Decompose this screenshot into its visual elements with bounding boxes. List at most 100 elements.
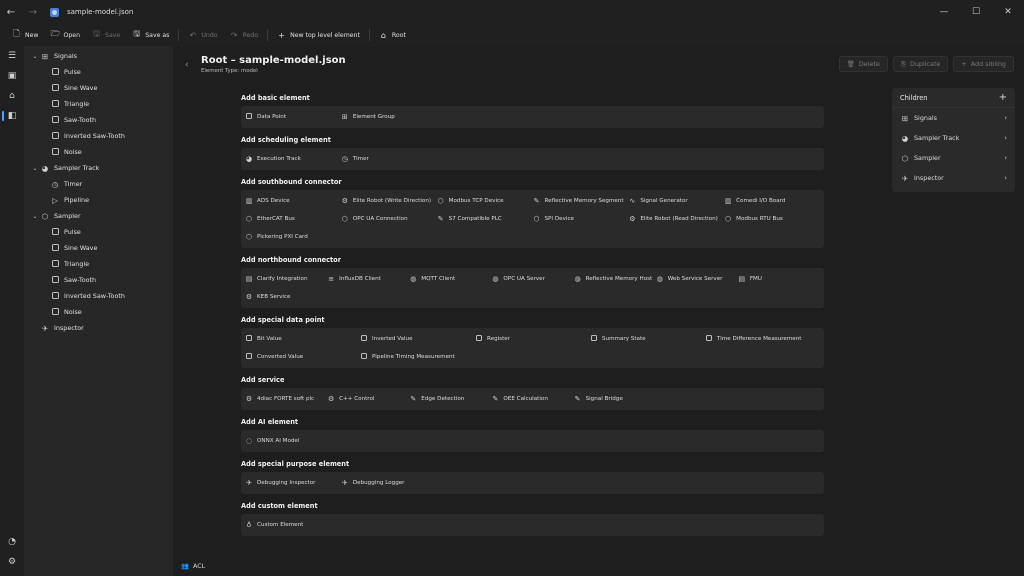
add-element-option[interactable]: ⬡ OPC UA Connection — [341, 210, 437, 228]
tree-item[interactable]: ⌄ ⬡ Sampler — [24, 208, 173, 224]
option-label: KEB Service — [257, 294, 291, 300]
add-element-option[interactable]: ✎ Signal Bridge — [574, 390, 656, 408]
add-element-option[interactable]: ✈ Debugging Inspector — [245, 474, 341, 492]
tree-item[interactable]: Saw-Tooth — [24, 272, 173, 288]
tree-item[interactable]: Pulse — [24, 224, 173, 240]
child-item[interactable]: ◕ Sampler Track › — [892, 128, 1015, 148]
users-icon: 👥 — [181, 562, 189, 570]
chevron-down-icon[interactable]: ⌄ — [30, 165, 40, 172]
redo-button[interactable]: ↷ Redo — [224, 26, 265, 44]
add-element-option[interactable]: ▤ Clarify Integration — [245, 270, 327, 288]
add-element-option[interactable]: ◍ Web Service Server — [656, 270, 738, 288]
tree-item[interactable]: Noise — [24, 304, 173, 320]
add-element-option[interactable]: ✎ S7 Compatible PLC — [437, 210, 533, 228]
add-element-option[interactable]: ✎ Reflective Memory Segment — [533, 192, 629, 210]
tree-item[interactable]: Pulse — [24, 64, 173, 80]
add-element-option[interactable]: ⬡ Pickering PXI Card — [245, 228, 341, 246]
add-child-icon[interactable]: + — [999, 92, 1007, 103]
maximize-button[interactable]: ☐ — [960, 0, 992, 24]
chevron-down-icon[interactable]: ⌄ — [30, 53, 40, 60]
chevron-down-icon[interactable]: ⌄ — [30, 213, 40, 220]
add-element-option[interactable]: ◍ Reflective Memory Host — [574, 270, 656, 288]
settings-icon[interactable]: ⚙ — [0, 552, 24, 572]
tree-item-label: Saw-Tooth — [64, 116, 97, 124]
tree-item[interactable]: ◷ Timer — [24, 176, 173, 192]
tree-item[interactable]: Inverted Saw-Tooth — [24, 128, 173, 144]
tree-item[interactable]: ⌄ ◕ Sampler Track — [24, 160, 173, 176]
add-element-option[interactable]: ⊞ Element Group — [341, 108, 437, 126]
add-element-option[interactable]: ✎ Edge Detection — [409, 390, 491, 408]
new-top-level-button[interactable]: + New top level element — [271, 26, 366, 44]
tree-item[interactable]: Noise — [24, 144, 173, 160]
add-element-option[interactable]: ⬡ EtherCAT Bus — [245, 210, 341, 228]
add-element-option[interactable]: Register — [475, 330, 590, 348]
undo-button[interactable]: ↶ Undo — [182, 26, 223, 44]
add-element-option[interactable]: ◍ MQTT Client — [409, 270, 491, 288]
tree-item[interactable]: ✈ Inspector — [24, 320, 173, 336]
tree-item[interactable]: Sine Wave — [24, 240, 173, 256]
add-element-option[interactable]: ⚙ Elite Robot (Read Direction) — [628, 210, 724, 228]
add-element-option[interactable]: Inverted Value — [360, 330, 475, 348]
add-element-option[interactable]: ⚙ C++ Control — [327, 390, 409, 408]
help-icon[interactable]: ◔ — [0, 532, 24, 552]
tree-item[interactable]: Triangle — [24, 96, 173, 112]
tree-item[interactable]: Triangle — [24, 256, 173, 272]
add-element-option[interactable]: ◍ OPC UA Server — [491, 270, 573, 288]
add-element-option[interactable]: ◌ ONNX AI Model — [245, 432, 341, 450]
element-type: Element Type: model — [201, 68, 258, 74]
save-button[interactable]: 🖫 Save — [86, 26, 126, 44]
acl-button[interactable]: 👥 ACL — [181, 562, 205, 570]
add-element-option[interactable]: ◕ Execution Track — [245, 150, 341, 168]
back-icon[interactable]: ← — [0, 0, 22, 24]
add-element-option[interactable]: ✈ Debugging Logger — [341, 474, 437, 492]
square-icon — [50, 99, 60, 109]
add-sibling-button[interactable]: + Add sibling — [953, 56, 1014, 72]
option-label: Reflective Memory Host — [585, 276, 653, 282]
delete-button[interactable]: 🗑 Delete — [838, 56, 888, 72]
add-element-option[interactable]: ♁ Custom Element — [245, 516, 341, 534]
add-element-option[interactable]: ∿ Signal Generator — [628, 192, 724, 210]
book-icon[interactable]: ▣ — [0, 66, 24, 86]
add-element-option[interactable]: ▥ ADS Device — [245, 192, 341, 210]
add-element-option[interactable]: ▤ FMU — [738, 270, 820, 288]
tree-item[interactable]: Saw-Tooth — [24, 112, 173, 128]
add-element-option[interactable]: ⬡ Modbus TCP Device — [437, 192, 533, 210]
add-element-option[interactable]: Converted Value — [245, 348, 360, 366]
tree-item[interactable]: Sine Wave — [24, 80, 173, 96]
add-element-option[interactable]: ◷ Timer — [341, 150, 437, 168]
child-item[interactable]: ✈ Inspector › — [892, 168, 1015, 188]
add-element-option[interactable]: ✎ OEE Calculation — [491, 390, 573, 408]
add-element-option[interactable]: ▥ Comedi I/O Board — [724, 192, 820, 210]
tree-item[interactable]: Inverted Saw-Tooth — [24, 288, 173, 304]
duplicate-button[interactable]: ⎘ Duplicate — [892, 56, 949, 72]
minimize-button[interactable]: — — [928, 0, 960, 24]
add-element-option[interactable]: ⬡ Modbus RTU Bus — [724, 210, 820, 228]
add-element-option[interactable]: ⚙ Elite Robot (Write Direction) — [341, 192, 437, 210]
child-item[interactable]: ⊞ Signals › — [892, 108, 1015, 128]
home-icon[interactable]: ⌂ — [0, 86, 24, 106]
menu-icon[interactable]: ☰ — [0, 46, 24, 66]
add-element-option[interactable]: Bit Value — [245, 330, 360, 348]
tree-item[interactable]: ▷ Pipeline — [24, 192, 173, 208]
add-element-option[interactable]: Summary State — [590, 330, 705, 348]
root-button[interactable]: ⌂ Root — [373, 26, 412, 44]
add-element-option[interactable]: Time Difference Measurement — [705, 330, 820, 348]
close-button[interactable]: ✕ — [992, 0, 1024, 24]
option-label: S7 Compatible PLC — [448, 216, 502, 222]
tree-item[interactable]: ⌄ ⊞ Signals — [24, 48, 173, 64]
add-element-option[interactable]: ⚙ 4diac FORTE soft plc — [245, 390, 327, 408]
add-element-option[interactable]: ≡ InfluxDB Client — [327, 270, 409, 288]
section-title-basic: Add basic element — [241, 94, 310, 102]
add-element-option[interactable]: Data Point — [245, 108, 341, 126]
add-element-option[interactable]: ⬡ SPI Device — [533, 210, 629, 228]
forward-icon[interactable]: → — [22, 0, 44, 24]
new-button[interactable]: 🗋 New — [6, 26, 45, 44]
tree-item-label: Signals — [54, 52, 77, 60]
add-element-option[interactable]: Pipeline Timing Measurement — [360, 348, 475, 366]
model-icon[interactable]: ◧ — [0, 106, 24, 126]
save-as-button[interactable]: 🖫 Save as — [126, 26, 175, 44]
collapse-chevron-icon[interactable]: ‹ — [185, 60, 189, 70]
open-button[interactable]: 🗁 Open — [45, 26, 87, 44]
add-element-option[interactable]: ⚙ KEB Service — [245, 288, 327, 306]
child-item[interactable]: ⬡ Sampler › — [892, 148, 1015, 168]
